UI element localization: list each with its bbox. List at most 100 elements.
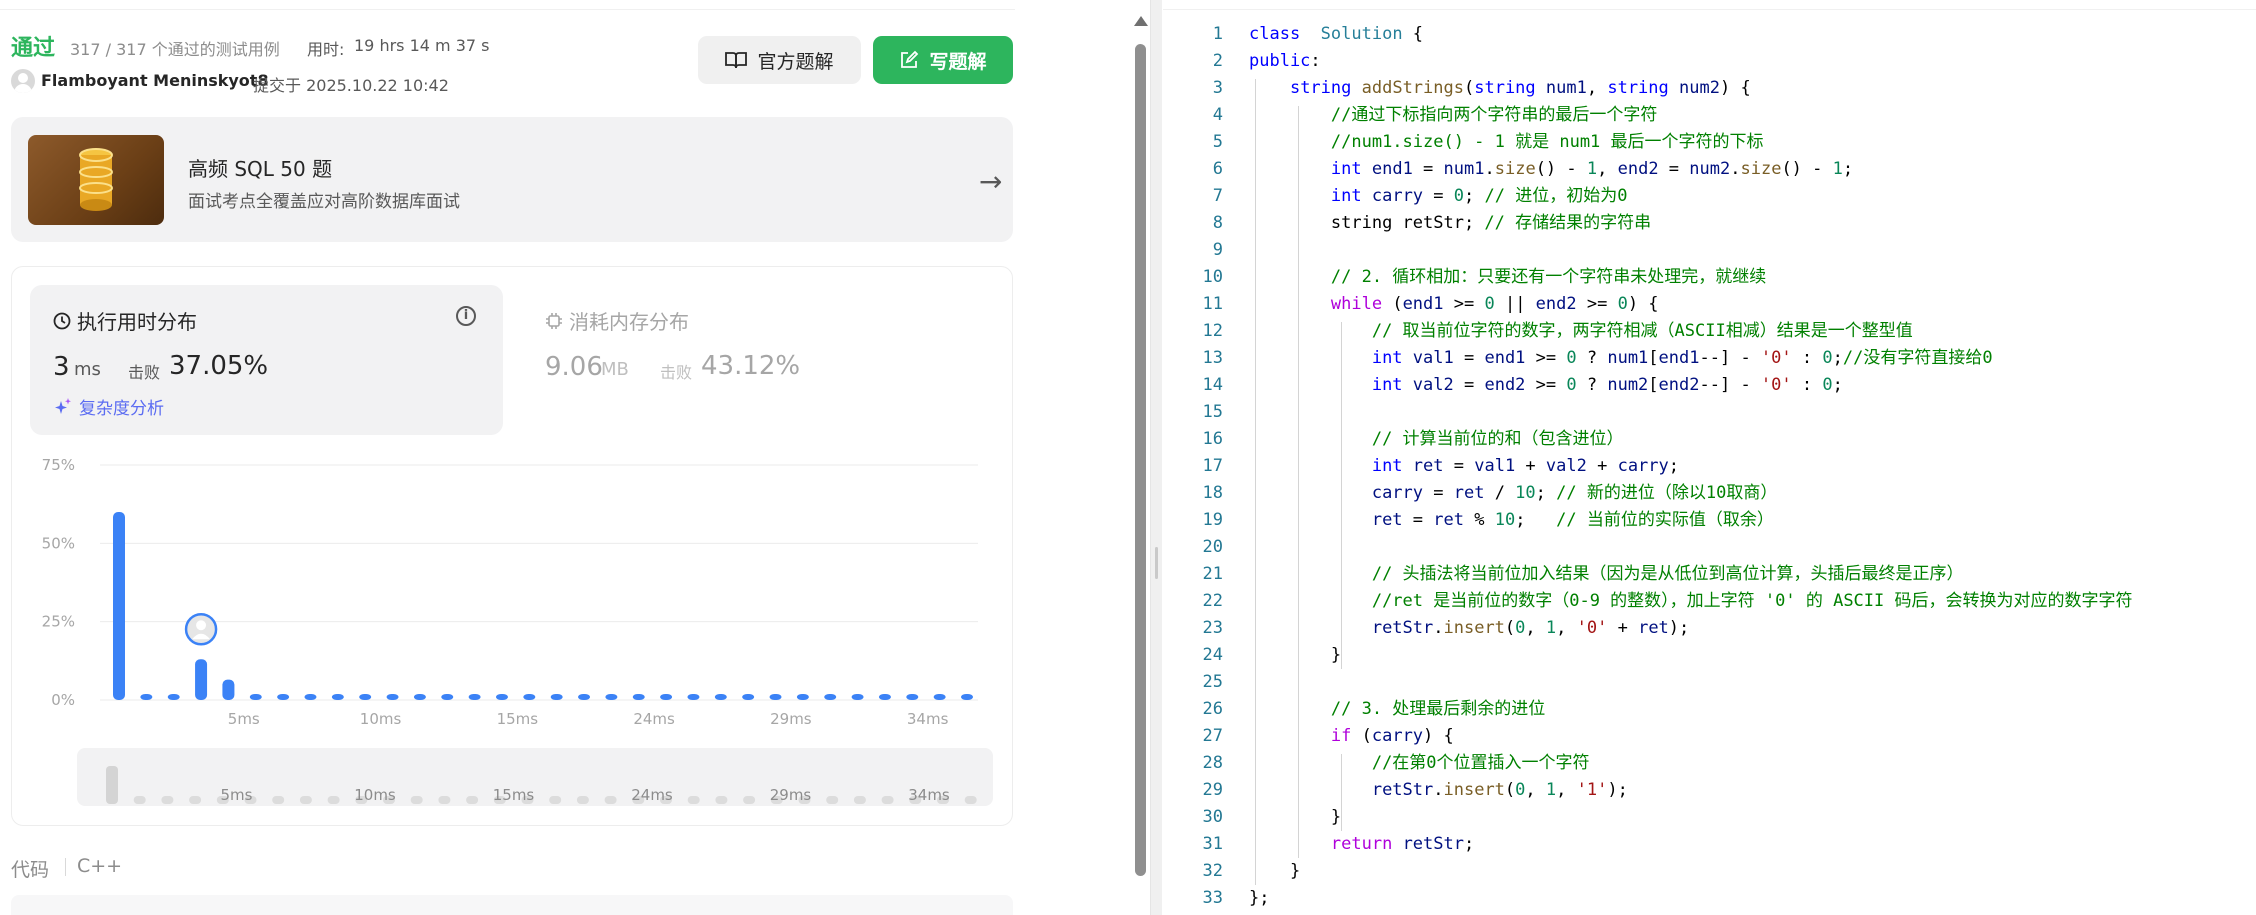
code-line[interactable]: 27 if (carry) { (1163, 723, 2256, 750)
code-line[interactable]: 17 int ret = val1 + val2 + carry; (1163, 453, 2256, 480)
code-token: // 进位，初始为0 (1484, 186, 1628, 206)
line-number: 10 (1202, 267, 1223, 287)
write-solution-button[interactable]: 写题解 (873, 36, 1013, 84)
write-solution-label: 写题解 (929, 50, 987, 73)
code-line[interactable]: 23 retStr.insert(0, 1, '0' + ret); (1163, 615, 2256, 642)
scroll-up-icon[interactable] (1134, 16, 1148, 26)
line-number: 2 (1212, 51, 1223, 71)
username[interactable]: Flamboyant Meninskyot8 (41, 71, 269, 90)
code-token: int (1371, 348, 1403, 368)
code-line[interactable]: 24 } (1163, 642, 2256, 669)
code-token: : (1791, 375, 1823, 395)
code-line[interactable]: 32 } (1163, 858, 2256, 885)
range-bar (466, 796, 479, 804)
code-line[interactable]: 19 ret = ret % 10; // 当前位的实际值（取余） (1163, 507, 2256, 534)
official-solution-button[interactable]: 官方题解 (698, 36, 861, 84)
range-bar (133, 796, 146, 804)
panel-resize-handle[interactable] (1150, 0, 1162, 915)
code-line[interactable]: 5 //num1.size() - 1 就是 num1 最后一个字符的下标 (1163, 129, 2256, 156)
complexity-analysis-link[interactable]: 复杂度分析 (53, 394, 164, 419)
code-line[interactable]: 1 class Solution { (1163, 21, 2256, 48)
submission-panel: 通过 317 / 317 个通过的测试用例 用时: 19 hrs 14 m 37… (0, 0, 1015, 915)
user-avatar[interactable] (11, 69, 35, 93)
range-selector-chart[interactable]: 5ms 10ms 15ms 24ms 29ms 34ms (77, 748, 993, 806)
code-line[interactable]: 10 // 2. 循环相加：只要还有一个字符串未处理完，就继续 (1163, 264, 2256, 291)
code-line[interactable]: 13 int val1 = end1 >= 0 ? num1[end1--] -… (1163, 345, 2256, 372)
range-tick-label: 29ms (770, 786, 812, 804)
line-number: 9 (1212, 240, 1223, 260)
chip-icon (546, 312, 562, 329)
code-line[interactable]: 15 (1163, 399, 2256, 426)
line-number: 25 (1202, 672, 1223, 692)
code-token: ; (1464, 186, 1485, 206)
code-token: = (1423, 186, 1454, 206)
code-text: retStr.insert(0, 1, '0' + ret); (1249, 615, 1689, 642)
code-line[interactable]: 8 string retStr; // 存储结果的字符串 (1163, 210, 2256, 237)
code-token: >= (1576, 294, 1618, 314)
code-line[interactable]: 9 (1163, 237, 2256, 264)
range-bar (161, 796, 174, 804)
memory-title[interactable]: 消耗内存分布 (545, 306, 689, 335)
code-line[interactable]: 6 int end1 = num1.size() - 1, end2 = num… (1163, 156, 2256, 183)
runtime-distribution-chart[interactable]: 0% 25% 50% 75% 5ms 10ms 15ms 24ms 29ms 34ms (30, 445, 990, 735)
left-scrollbar-thumb[interactable] (1135, 44, 1146, 876)
code-text: // 计算当前位的和（包含进位） (1249, 426, 1624, 453)
code-line[interactable]: 16 // 计算当前位的和（包含进位） (1163, 426, 2256, 453)
code-token: // 新的进位（除以10取商） (1556, 483, 1778, 503)
code-line[interactable]: 22 //ret 是当前位的数字（0-9 的整数），加上字符 '0' 的 ASC… (1163, 588, 2256, 615)
code-token: val1 (1412, 348, 1454, 368)
code-token: 0 (1453, 186, 1465, 206)
code-token: = (1453, 348, 1485, 368)
code-label: 代码 (11, 859, 50, 881)
runtime-title[interactable]: 执行用时分布 (53, 306, 197, 335)
code-line[interactable]: 12 // 取当前位字符的数字，两字符相减（ASCII相减）结果是一个整型值 (1163, 318, 2256, 345)
code-token: ( (1463, 78, 1475, 98)
code-line[interactable]: 21 // 头插法将当前位加入结果（因为是从低位到高位计算，头插后最终是正序） (1163, 561, 2256, 588)
code-line[interactable]: 20 (1163, 534, 2256, 561)
code-line[interactable]: 7 int carry = 0; // 进位，初始为0 (1163, 183, 2256, 210)
promo-banner[interactable]: 高频 SQL 50 题 面试考点全覆盖应对高阶数据库面试 → (11, 117, 1013, 242)
code-line[interactable]: 18 carry = ret / 10; // 新的进位（除以10取商） (1163, 480, 2256, 507)
x-tick-label: 29ms (770, 710, 812, 728)
code-token: size (1494, 159, 1536, 179)
line-number: 5 (1212, 132, 1223, 152)
code-token: --] - (1699, 348, 1761, 368)
code-line[interactable]: 3 string addStrings(string num1, string … (1163, 75, 2256, 102)
code-token: //在第0个位置插入一个字符 (1371, 753, 1590, 773)
code-token: . (1484, 159, 1495, 179)
code-line[interactable]: 29 retStr.insert(0, 1, '1'); (1163, 777, 2256, 804)
code-token: : (1791, 348, 1823, 368)
code-line[interactable]: 28 //在第0个位置插入一个字符 (1163, 750, 2256, 777)
line-number: 27 (1202, 726, 1223, 746)
code-line[interactable]: 31 return retStr; (1163, 831, 2256, 858)
code-token: 10 (1515, 483, 1536, 503)
code-line[interactable]: 25 (1163, 669, 2256, 696)
memory-beat-label: 击败 (660, 363, 693, 382)
code-line[interactable]: 11 while (end1 >= 0 || end2 >= 0) { (1163, 291, 2256, 318)
code-text: ret = ret % 10; // 当前位的实际值（取余） (1249, 507, 1774, 534)
code-text: //在第0个位置插入一个字符 (1249, 750, 1590, 777)
code-line[interactable]: 33}; (1163, 885, 2256, 912)
code-line[interactable]: 14 int val2 = end2 >= 0 ? num2[end2--] -… (1163, 372, 2256, 399)
line-number: 15 (1202, 402, 1223, 422)
info-icon[interactable]: i (456, 306, 476, 326)
code-line[interactable]: 2 public: (1163, 48, 2256, 75)
code-token: = (1402, 510, 1434, 530)
code-token: = (1412, 159, 1444, 179)
code-token: ; (1515, 510, 1557, 530)
code-text: }; (1249, 885, 1269, 912)
code-line[interactable]: 26 // 3. 处理最后剩余的进位 (1163, 696, 2256, 723)
code-text: return retStr; (1249, 831, 1474, 858)
indent-guide (1341, 322, 1342, 669)
code-token: //没有字符直接给0 (1842, 348, 1993, 368)
code-editor[interactable]: 1 class Solution {2 public: 3 string addStr… (1163, 0, 2256, 915)
code-line[interactable]: 4 //通过下标指向两个字符串的最后一个字符 (1163, 102, 2256, 129)
code-line[interactable]: 30 } (1163, 804, 2256, 831)
resize-grip-icon[interactable] (1155, 547, 1158, 579)
x-tick-label: 5ms (228, 710, 260, 728)
code-token: ) { (1627, 294, 1659, 314)
code-text: if (carry) { (1249, 723, 1454, 750)
code-token: , (1525, 618, 1546, 638)
